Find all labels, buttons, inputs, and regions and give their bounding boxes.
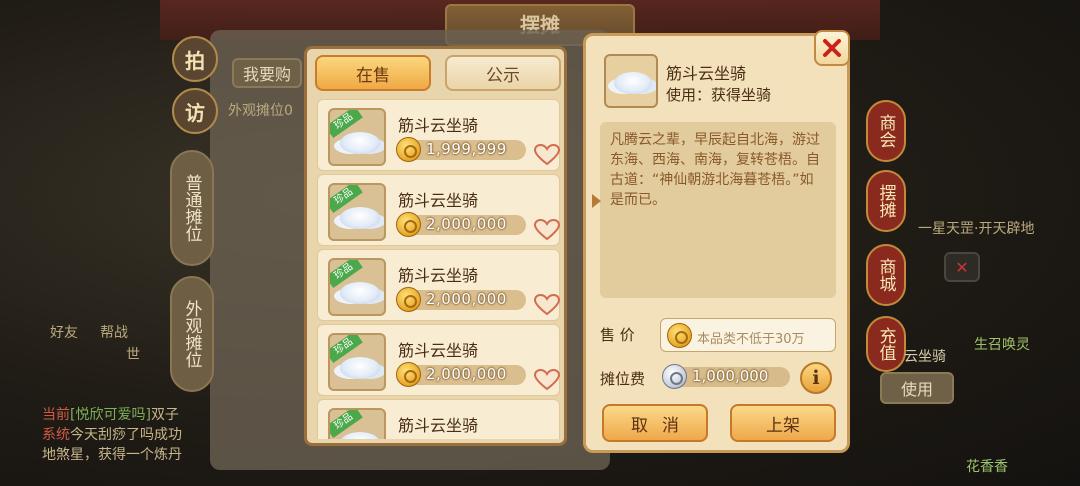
bg-friends-label: 好友 xyxy=(50,325,78,341)
detail-item-name: 筋斗云坐骑 xyxy=(666,64,747,83)
list-item[interactable]: 珍品 筋斗云坐骑 2,000,000 xyxy=(317,174,560,246)
sale-price-placeholder: 本品类不低于30万 xyxy=(697,332,805,347)
favorite-button[interactable] xyxy=(533,293,560,316)
heart-icon xyxy=(533,293,560,316)
item-thumbnail: 珍品 xyxy=(328,183,386,241)
item-thumbnail: 珍品 xyxy=(328,333,386,391)
chat-line-2: 系统今天刮痧了吗成功 xyxy=(42,424,182,444)
price-bar: 1,999,999 xyxy=(396,137,526,162)
cloud-mount-icon xyxy=(340,432,380,439)
item-price: 2,000,000 xyxy=(426,365,507,383)
list-item[interactable]: 珍品 筋斗云坐骑 xyxy=(317,399,560,439)
bg-buy-tab[interactable]: 我要购 xyxy=(232,58,302,88)
heart-icon xyxy=(533,143,560,166)
tab-public-notice[interactable]: 公示 xyxy=(445,55,561,91)
item-price: 2,000,000 xyxy=(426,215,507,233)
bg-caption-name: 花香香 xyxy=(966,459,1008,475)
price-bar: 2,000,000 xyxy=(396,287,526,312)
chat-prefix: 当前 xyxy=(42,407,70,423)
item-name: 筋斗云坐骑 xyxy=(398,116,479,135)
price-bar: 2,000,000 xyxy=(396,212,526,237)
item-detail-panel: 筋斗云坐骑 使用：获得坐骑 凡腾云之辈，早辰起自北海，游过东海、西海、南海，复转… xyxy=(583,33,850,453)
detail-item-use: 使用：获得坐骑 xyxy=(666,86,772,104)
bg-tab-normal-stall[interactable]: 普通摊位 xyxy=(170,150,214,266)
listing-panel: 在售 公示 珍品 筋斗云坐骑 1,999,999 珍品 筋斗云坐骑 2,000,… xyxy=(304,46,567,446)
sale-price-input[interactable]: 本品类不低于30万 xyxy=(660,318,836,352)
bg-guild-label: 帮战 xyxy=(100,325,128,341)
chat-text: 地煞星，获得一个炼丹 xyxy=(42,447,182,463)
favorite-button[interactable] xyxy=(533,368,560,391)
chat-prefix: 系统 xyxy=(42,427,70,443)
cloud-mount-icon xyxy=(614,72,652,94)
item-name: 筋斗云坐骑 xyxy=(398,191,479,210)
close-button[interactable] xyxy=(814,30,850,66)
stall-fee-value: 1,000,000 xyxy=(692,367,769,385)
bg-close-icon[interactable]: ✕ xyxy=(944,252,980,282)
item-description: 凡腾云之辈，早辰起自北海，游过东海、西海、南海，复转苍梧。自古道：“神仙朝游北海… xyxy=(600,122,836,298)
bg-item-name: 云坐骑 xyxy=(904,349,946,365)
item-price: 1,999,999 xyxy=(426,140,507,158)
item-thumbnail: 珍品 xyxy=(328,258,386,316)
gold-coin-icon xyxy=(396,212,421,237)
chat-text: 双子 xyxy=(150,407,179,423)
cloud-mount-icon xyxy=(340,207,380,229)
bg-caption-star: 一星天罡·开天辟地 xyxy=(918,221,1035,237)
close-icon: ✕ xyxy=(955,257,969,277)
bg-tab-mall[interactable]: 商城 xyxy=(866,244,906,306)
heart-icon xyxy=(533,368,560,391)
chat-text: 今天刮痧了吗成功 xyxy=(70,427,182,443)
item-thumbnail: 珍品 xyxy=(328,408,386,439)
gold-coin-icon xyxy=(396,137,421,162)
bg-use-button[interactable]: 使用 xyxy=(880,372,954,404)
heart-icon xyxy=(533,218,560,241)
detail-thumbnail xyxy=(604,54,658,108)
item-name: 筋斗云坐骑 xyxy=(398,416,479,435)
chat-line-3: 地煞星，获得一个炼丹 xyxy=(42,444,182,464)
tab-on-sale[interactable]: 在售 xyxy=(315,55,431,91)
list-item[interactable]: 珍品 筋斗云坐骑 2,000,000 xyxy=(317,324,560,396)
list-for-sale-button[interactable]: 上架 xyxy=(730,404,836,442)
favorite-button[interactable] xyxy=(533,218,560,241)
cloud-mount-icon xyxy=(340,132,380,154)
item-price: 2,000,000 xyxy=(426,290,507,308)
bg-tab-guild-shop[interactable]: 商会 xyxy=(866,100,906,162)
sale-price-label: 售 价 xyxy=(600,326,635,344)
bg-tab-appearance-stall[interactable]: 外观摊位 xyxy=(170,276,214,392)
item-name: 筋斗云坐骑 xyxy=(398,266,479,285)
info-button[interactable]: i xyxy=(800,362,832,394)
bg-visit-circle[interactable]: 访 xyxy=(172,88,218,134)
list-item[interactable]: 珍品 筋斗云坐骑 1,999,999 xyxy=(317,99,560,171)
gold-coin-icon xyxy=(396,362,421,387)
gold-coin-icon xyxy=(667,323,692,348)
stall-fee-label: 摊位费 xyxy=(600,370,646,388)
bg-caption-summon: 生召唤灵 xyxy=(974,337,1030,353)
bg-tab-recharge[interactable]: 充值 xyxy=(866,316,906,372)
bg-filter-label: 外观摊位0 xyxy=(228,103,293,119)
cloud-mount-icon xyxy=(340,282,380,304)
arrow-right-icon xyxy=(592,194,601,208)
bg-world-label: 世 xyxy=(126,347,140,363)
list-item[interactable]: 珍品 筋斗云坐骑 2,000,000 xyxy=(317,249,560,321)
chat-name[interactable]: [悦欣可爱吗] xyxy=(70,407,151,423)
stall-fee-bar: 1,000,000 xyxy=(662,364,790,389)
cloud-mount-icon xyxy=(340,357,380,379)
favorite-button[interactable] xyxy=(533,143,560,166)
item-name: 筋斗云坐骑 xyxy=(398,341,479,360)
cancel-button[interactable]: 取消 xyxy=(602,404,708,442)
price-bar: 2,000,000 xyxy=(396,362,526,387)
bg-auction-circle[interactable]: 拍 xyxy=(172,36,218,82)
bg-tab-stall[interactable]: 摆摊 xyxy=(866,170,906,232)
item-list[interactable]: 珍品 筋斗云坐骑 1,999,999 珍品 筋斗云坐骑 2,000,000 珍品… xyxy=(317,99,560,439)
chat-line-1: 当前[悦欣可爱吗]双子 xyxy=(42,404,179,424)
silver-coin-icon xyxy=(662,364,687,389)
item-thumbnail: 珍品 xyxy=(328,108,386,166)
gold-coin-icon xyxy=(396,287,421,312)
close-icon xyxy=(823,39,841,57)
